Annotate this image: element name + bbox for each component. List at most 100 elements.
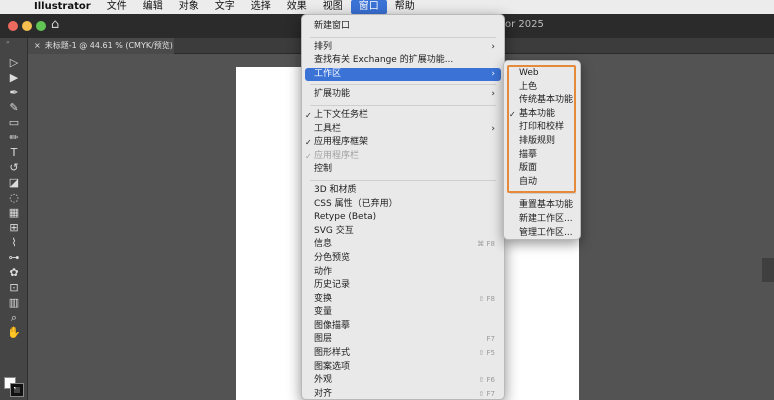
- menu-item-label: 动作: [314, 266, 333, 277]
- artboard-tool-icon[interactable]: ⊡: [6, 281, 22, 294]
- menu-item-label: 3D 和材质: [314, 184, 357, 195]
- checkmark-icon: ✓: [305, 110, 312, 120]
- menu-item-shortcut: ⌘ F8: [477, 240, 495, 249]
- panel-grip-icon[interactable]: »: [6, 39, 10, 46]
- symbol-sprayer-tool-icon[interactable]: ✿: [6, 266, 22, 279]
- menu-view[interactable]: 视图: [315, 0, 351, 14]
- menu-separator: [310, 84, 496, 86]
- workspace-action[interactable]: 管理工作区...: [504, 227, 582, 241]
- chevron-right-icon: ›: [491, 41, 495, 52]
- selection-tool-icon[interactable]: ▷: [6, 56, 22, 69]
- zoom-window-button[interactable]: [36, 21, 46, 31]
- graph-tool-icon[interactable]: ▥: [6, 296, 22, 309]
- window-menu-item[interactable]: 外观 ⇧ F6: [302, 374, 504, 388]
- menu-item-shortcut: F7: [486, 335, 495, 344]
- eraser-tool-icon[interactable]: ◪: [6, 176, 22, 189]
- annotation-outline: [507, 65, 576, 193]
- eyedropper-tool-icon[interactable]: ⌇: [6, 236, 22, 249]
- menu-item-label: 历史记录: [314, 280, 351, 291]
- workspace-action-label: 新建工作区...: [519, 214, 573, 224]
- menu-item-label: Retype (Beta): [314, 212, 377, 223]
- menu-item-label: 应用程序框架: [314, 137, 369, 148]
- menu-item-label: 外观: [314, 375, 333, 386]
- menu-item-label: 上下文任务栏: [314, 109, 369, 120]
- type-tool-icon[interactable]: T: [6, 146, 22, 159]
- menu-item-label: SVG 交互: [314, 225, 354, 236]
- workspace-action-label: 管理工作区...: [519, 227, 573, 238]
- menu-select[interactable]: 选择: [243, 0, 279, 14]
- window-menu-item[interactable]: 控制: [302, 163, 504, 177]
- menu-item-label: 控制: [314, 164, 333, 175]
- mesh-tool-icon[interactable]: ⊞: [6, 221, 22, 234]
- window-menu-item[interactable]: 图像描摹: [302, 320, 504, 334]
- window-menu-item[interactable]: 变换 ⇧ F8: [302, 293, 504, 307]
- menu-edit[interactable]: 编辑: [135, 0, 171, 14]
- paintbrush-tool-icon[interactable]: ✏: [6, 131, 22, 144]
- window-menu-item[interactable]: 历史记录: [302, 279, 504, 293]
- window-menu-item[interactable]: 查找有关 Exchange 的扩展功能...: [302, 54, 504, 68]
- document-tab[interactable]: × 未标题-1 @ 44.61 % (CMYK/预览): [28, 38, 174, 54]
- workspace-action[interactable]: 重置基本功能: [504, 199, 582, 213]
- window-menu-item[interactable]: 对齐 ⇧ F7: [302, 388, 504, 399]
- window-menu-item[interactable]: 图形样式 ⇧ F5: [302, 347, 504, 361]
- menu-separator: [310, 104, 496, 106]
- document-tab-label: 未标题-1 @ 44.61 % (CMYK/预览): [44, 41, 173, 50]
- close-tab-icon[interactable]: ×: [34, 41, 41, 50]
- stroke-swatch[interactable]: [10, 383, 24, 397]
- window-menu-item[interactable]: 工作区 ›: [305, 67, 501, 82]
- window-menu-item[interactable]: 变量: [302, 306, 504, 320]
- collapsed-panel[interactable]: [762, 258, 774, 282]
- menu-object[interactable]: 对象: [171, 0, 207, 14]
- window-menu-item[interactable]: 排列 ›: [302, 41, 504, 55]
- pen-tool-icon[interactable]: ✒: [6, 86, 22, 99]
- window-menu-item[interactable]: 新建窗口: [302, 20, 504, 34]
- menu-type[interactable]: 文字: [207, 0, 243, 14]
- window-menu-item[interactable]: 扩展功能 ›: [302, 88, 504, 102]
- close-window-button[interactable]: [8, 21, 18, 31]
- macos-menubar: Illustrator 文件 编辑 对象 文字 选择 效果 视图 窗口 帮助: [0, 0, 774, 14]
- submenu-separator: [510, 193, 576, 195]
- gradient-tool-icon[interactable]: ▦: [6, 206, 22, 219]
- minimize-window-button[interactable]: [22, 21, 32, 31]
- menu-item-label: 图形样式: [314, 348, 351, 359]
- workspace-action-label: 重置基本功能: [519, 200, 574, 211]
- menu-item-label: 排列: [314, 41, 333, 52]
- window-menu-item[interactable]: 信息 ⌘ F8: [302, 238, 504, 252]
- menu-item-shortcut: ⇧ F8: [478, 294, 495, 303]
- workspace-action[interactable]: 新建工作区...: [504, 213, 582, 227]
- menu-app-name[interactable]: Illustrator: [30, 0, 99, 14]
- menu-effect[interactable]: 效果: [279, 0, 315, 14]
- window-menu-item[interactable]: Retype (Beta): [302, 211, 504, 225]
- menu-separator: [310, 179, 496, 181]
- window-menu-item[interactable]: 工具栏 ›: [302, 123, 504, 137]
- menu-item-label: 变量: [314, 307, 333, 318]
- window-menu-item[interactable]: SVG 交互: [302, 225, 504, 239]
- menu-item-label: CSS 属性（已弃用）: [314, 198, 398, 209]
- window-menu-item[interactable]: 图案选项: [302, 361, 504, 375]
- menu-item-shortcut: ⇧ F5: [478, 349, 495, 358]
- menu-item-label: 工作区: [314, 68, 342, 79]
- window-menu: 新建窗口 排列 › 查找有关 Exchange 的扩展功能... 工作区 › 扩展功能 › ✓ 上…: [301, 14, 505, 400]
- window-menu-item[interactable]: ✓ 上下文任务栏: [302, 109, 504, 123]
- window-menu-item[interactable]: 3D 和材质: [302, 184, 504, 198]
- direct-selection-tool-icon[interactable]: ▶: [6, 71, 22, 84]
- lasso-tool-icon[interactable]: ◌: [6, 191, 22, 204]
- blend-tool-icon[interactable]: ⊶: [6, 251, 22, 264]
- menu-window[interactable]: 窗口: [350, 0, 387, 14]
- menu-item-label: 信息: [314, 239, 333, 250]
- window-menu-item[interactable]: 动作: [302, 266, 504, 280]
- window-menu-item[interactable]: ✓ 应用程序框架: [302, 136, 504, 150]
- curvature-tool-icon[interactable]: ✎: [6, 101, 22, 114]
- rotate-tool-icon[interactable]: ↺: [6, 161, 22, 174]
- home-icon[interactable]: ⌂: [51, 18, 65, 32]
- hand-tool-icon[interactable]: ✋: [6, 326, 22, 339]
- window-menu-item[interactable]: 图层 F7: [302, 333, 504, 347]
- menu-file[interactable]: 文件: [99, 0, 135, 14]
- menu-item-label: 图案选项: [314, 361, 351, 372]
- window-menu-item[interactable]: CSS 属性（已弃用）: [302, 198, 504, 212]
- window-menu-item[interactable]: 分色预览: [302, 252, 504, 266]
- rectangle-tool-icon[interactable]: ▭: [6, 116, 22, 129]
- menu-item-label: 扩展功能: [314, 89, 351, 100]
- zoom-tool-icon[interactable]: ⌕: [6, 311, 22, 324]
- menu-help[interactable]: 帮助: [387, 0, 423, 14]
